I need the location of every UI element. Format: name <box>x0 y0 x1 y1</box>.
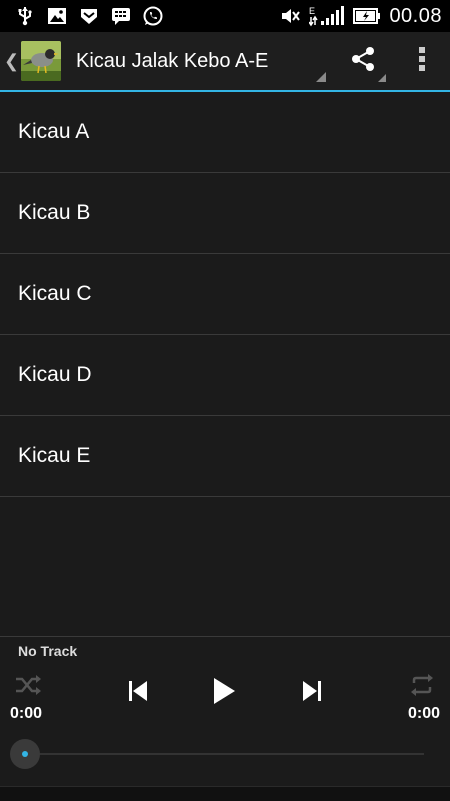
list-item[interactable]: Kicau A <box>0 92 450 173</box>
overflow-menu-button[interactable] <box>394 32 450 90</box>
seek-position-dot <box>22 751 28 757</box>
title-spinner[interactable]: Kicau Jalak Kebo A-E <box>62 32 332 90</box>
list-item[interactable]: Kicau D <box>0 335 450 416</box>
usb-icon <box>14 5 36 27</box>
skip-next-icon <box>302 680 322 707</box>
up-button[interactable]: ❮ <box>0 32 62 90</box>
repeat-icon <box>409 673 435 701</box>
share-icon <box>349 45 377 78</box>
track-list: Kicau A Kicau B Kicau C Kicau D Kicau E <box>0 92 450 497</box>
seek-thumb[interactable] <box>10 739 40 769</box>
mute-icon <box>279 5 301 27</box>
shield-icon <box>78 5 100 27</box>
share-button[interactable] <box>332 32 394 90</box>
total-time: 0:00 <box>407 705 440 722</box>
player-panel: No Track 0:00 0:00 <box>0 636 450 787</box>
previous-button[interactable] <box>122 677 154 709</box>
list-item[interactable]: Kicau B <box>0 173 450 254</box>
list-item[interactable]: Kicau E <box>0 416 450 497</box>
chevron-left-icon: ❮ <box>4 50 20 71</box>
share-dropdown-corner-icon <box>378 74 386 82</box>
elapsed-time: 0:00 <box>10 705 43 722</box>
image-icon <box>46 5 68 27</box>
system-icons: E 00.08 <box>279 5 450 28</box>
network-type-label: E <box>309 6 315 16</box>
whatsapp-icon <box>142 5 164 27</box>
track-name: No Track <box>18 643 78 659</box>
bottom-edge <box>0 786 450 801</box>
app-icon <box>21 41 62 81</box>
dropdown-corner-icon <box>316 72 326 82</box>
shuffle-icon <box>14 674 42 701</box>
shuffle-button[interactable] <box>12 673 44 701</box>
status-time: 00.08 <box>389 4 442 27</box>
next-button[interactable] <box>296 677 328 709</box>
play-button[interactable] <box>204 673 244 713</box>
seek-bar[interactable] <box>26 753 424 755</box>
skip-previous-icon <box>128 680 148 707</box>
more-vert-icon <box>418 46 426 77</box>
battery-icon <box>353 5 381 27</box>
list-item[interactable]: Kicau C <box>0 254 450 335</box>
repeat-button[interactable] <box>406 673 438 701</box>
bbm-icon <box>110 5 132 27</box>
notification-icons <box>0 5 164 27</box>
action-bar: ❮ Kicau Jalak Kebo A-E <box>0 32 450 92</box>
signal-icon: E <box>309 5 345 27</box>
status-bar: E 00.08 <box>0 0 450 32</box>
play-icon <box>212 677 236 710</box>
page-title: Kicau Jalak Kebo A-E <box>76 49 269 72</box>
